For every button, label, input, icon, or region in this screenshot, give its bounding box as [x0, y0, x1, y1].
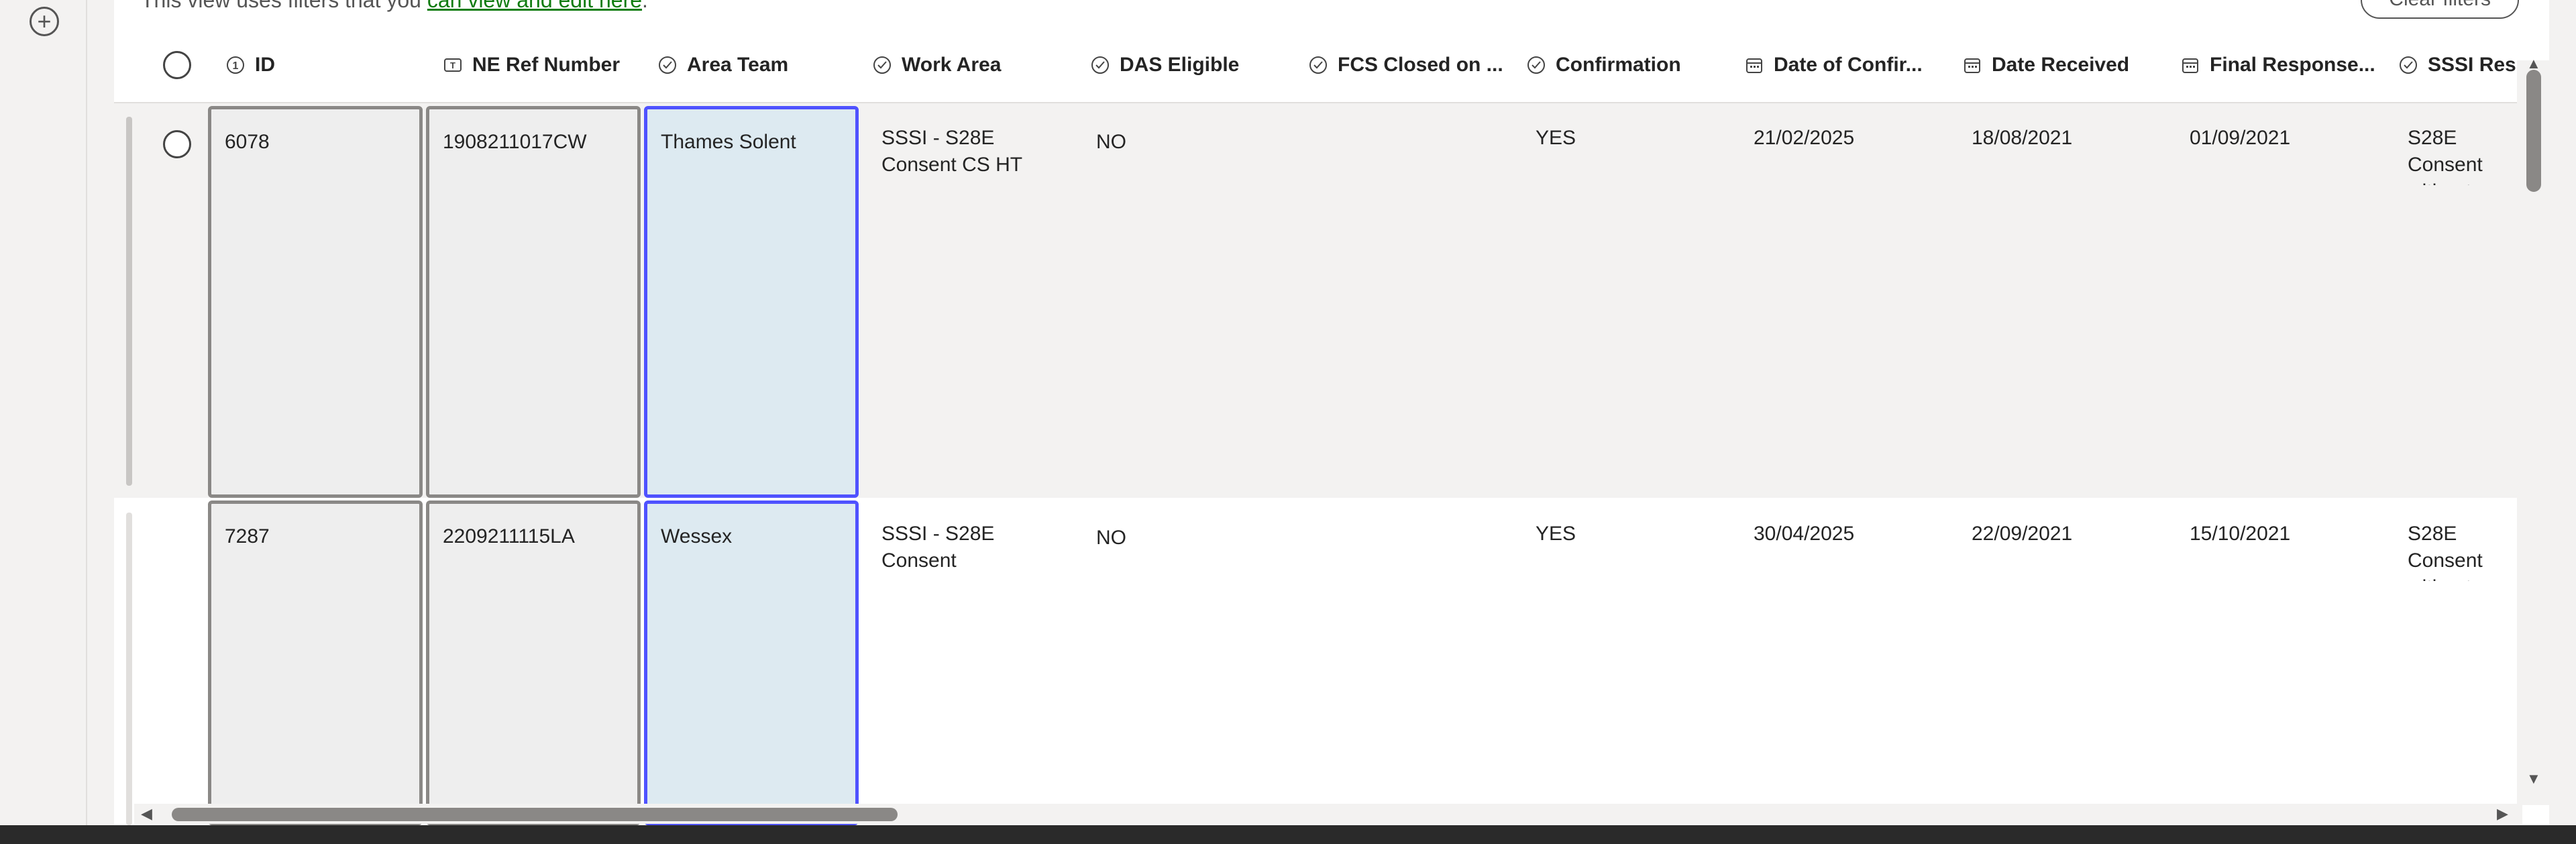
scroll-up-icon[interactable]: ▲: [2526, 56, 2541, 71]
filter-edit-link[interactable]: can view and edit here: [427, 0, 642, 12]
column-header-label: Final Response...: [2210, 54, 2375, 76]
choice-icon: [2398, 55, 2418, 75]
cell-date-of-confirmation[interactable]: 30/04/2025: [1737, 521, 1952, 547]
column-header-sssi-response[interactable]: SSSI Resp: [2398, 28, 2517, 102]
column-header-label: Date Received: [1992, 54, 2130, 76]
column-header-work-area[interactable]: Work Area: [872, 28, 1073, 102]
cell-id[interactable]: 7287: [208, 500, 423, 825]
horizontal-scroll-thumb[interactable]: [172, 808, 898, 821]
text-icon: T: [443, 55, 463, 75]
column-header-date-of-confirmation[interactable]: Date of Confir...: [1744, 28, 1945, 102]
column-header-label: Work Area: [902, 54, 1002, 76]
column-header-label: ID: [255, 54, 275, 76]
cell-work-area[interactable]: SSSI - S28E Consent: [865, 521, 1080, 574]
cell-das-eligible[interactable]: NO: [1080, 525, 1295, 551]
column-header-label: Date of Confir...: [1774, 54, 1923, 76]
column-header-label: Area Team: [687, 54, 789, 76]
scroll-down-icon[interactable]: ▼: [2526, 772, 2541, 786]
left-gutter: [87, 0, 114, 825]
cell-das-eligible[interactable]: NO: [1080, 129, 1295, 156]
column-header-label: Confirmation: [1556, 54, 1681, 76]
choice-icon: [1090, 55, 1110, 75]
column-header-area-team[interactable]: Area Team: [657, 28, 859, 102]
right-edge: [2549, 0, 2576, 825]
cell-work-area[interactable]: SSSI - S28E Consent CS HT: [865, 125, 1080, 178]
column-header-fcs-closed[interactable]: FCS Closed on ...: [1308, 28, 1523, 102]
cell-date-received[interactable]: 22/09/2021: [1955, 521, 2170, 547]
scroll-right-icon[interactable]: ▶: [2497, 806, 2508, 821]
cell-ne-ref[interactable]: 2209211115LA: [426, 500, 641, 825]
cell-ne-ref[interactable]: 1908211017CW: [426, 106, 641, 498]
number-icon: 1: [225, 55, 246, 75]
column-header-date-received[interactable]: Date Received: [1962, 28, 2163, 102]
list-view: This view uses filters that you can view…: [114, 0, 2549, 825]
bottom-band: [0, 825, 2576, 844]
cell-area-team[interactable]: Thames Solent: [644, 106, 859, 498]
select-all-checkbox[interactable]: [163, 51, 191, 79]
cell-final-response[interactable]: 01/09/2021: [2174, 125, 2388, 152]
filter-notice-suffix: .: [642, 0, 648, 12]
column-header-label: DAS Eligible: [1120, 54, 1240, 76]
row-indicator: [126, 117, 132, 486]
calendar-icon: [1962, 55, 1982, 75]
row-indicator: [126, 513, 132, 825]
cell-date-received[interactable]: 18/08/2021: [1955, 125, 2170, 152]
column-header-ne-ref[interactable]: T NE Ref Number: [443, 28, 644, 102]
cell-confirmation[interactable]: YES: [1519, 125, 1734, 152]
column-header-label: FCS Closed on ...: [1338, 54, 1503, 76]
scroll-left-icon[interactable]: ◀: [141, 806, 152, 821]
vertical-scroll-thumb[interactable]: [2526, 70, 2541, 192]
column-header-label: SSSI Resp: [2428, 54, 2517, 76]
cell-area-team[interactable]: Wessex: [644, 500, 859, 825]
row-select-checkbox[interactable]: [163, 130, 191, 158]
cell-final-response[interactable]: 15/10/2021: [2174, 521, 2388, 547]
choice-icon: [872, 55, 892, 75]
column-header-row: 1 ID T NE Ref Number Area Team Work Area: [114, 28, 2517, 103]
cell-id[interactable]: 6078: [208, 106, 423, 498]
svg-text:T: T: [450, 60, 455, 70]
svg-text:1: 1: [233, 60, 239, 72]
add-icon[interactable]: +: [30, 7, 59, 36]
choice-icon: [1308, 55, 1328, 75]
cell-date-of-confirmation[interactable]: 21/02/2025: [1737, 125, 1952, 152]
cell-sssi-response[interactable]: S28E Consent without condi: [2392, 125, 2517, 185]
calendar-icon: [2180, 55, 2200, 75]
cell-sssi-response[interactable]: S28E Consent without condi: [2392, 521, 2517, 581]
filter-notice: This view uses filters that you can view…: [141, 0, 648, 13]
table-row[interactable]: 6078 1908211017CW Thames Solent SSSI - S…: [114, 103, 2517, 498]
column-header-label: NE Ref Number: [472, 54, 621, 76]
column-header-das-eligible[interactable]: DAS Eligible: [1090, 28, 1291, 102]
column-header-confirmation[interactable]: Confirmation: [1526, 28, 1727, 102]
choice-icon: [1526, 55, 1546, 75]
column-header-id[interactable]: 1 ID: [225, 28, 427, 102]
left-nav: +: [0, 0, 87, 825]
calendar-icon: [1744, 55, 1764, 75]
choice-icon: [657, 55, 678, 75]
filter-notice-text: This view uses filters that you: [141, 0, 427, 12]
cell-confirmation[interactable]: YES: [1519, 521, 1734, 547]
horizontal-scrollbar[interactable]: ◀ ▶: [134, 804, 2522, 824]
vertical-scrollbar[interactable]: ▲ ▼: [2517, 56, 2549, 805]
table-row[interactable]: 7287 2209211115LA Wessex SSSI - S28E Con…: [114, 499, 2517, 825]
clear-filters-button[interactable]: Clear filters: [2361, 0, 2519, 19]
column-header-final-response[interactable]: Final Response...: [2180, 28, 2381, 102]
